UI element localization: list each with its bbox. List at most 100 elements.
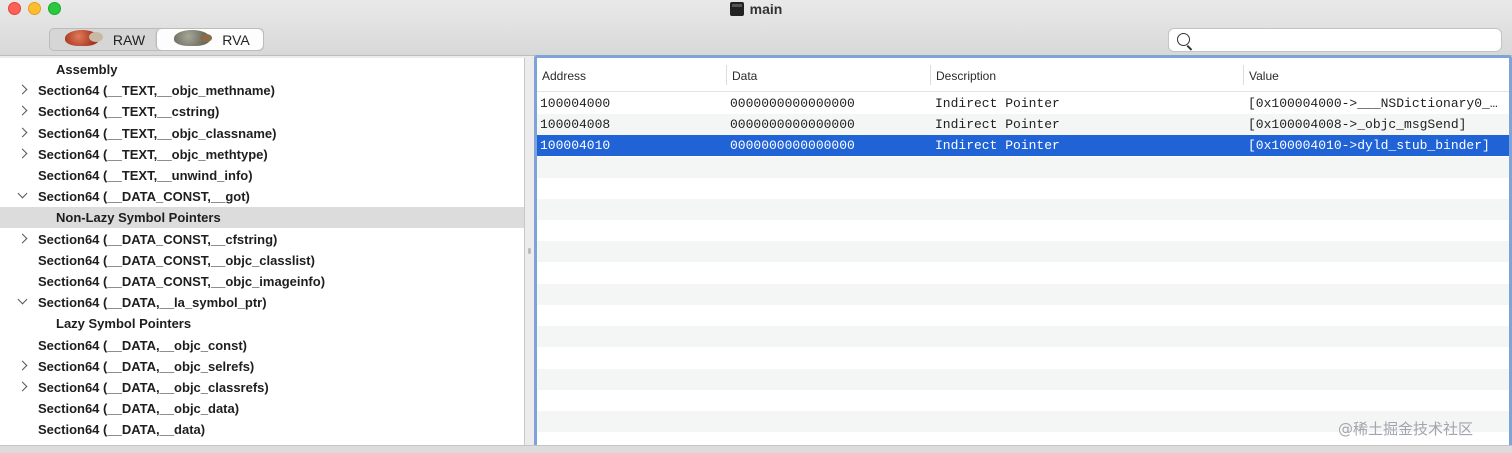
cell-value: [0x100004010->dyld_stub_binder] [1248,138,1490,154]
cell-description: Indirect Pointer [935,117,1060,133]
cell-address: 100004008 [540,117,611,133]
sidebar-tree-item-label: Non-Lazy Symbol Pointers [56,210,221,226]
sidebar-tree-item-label: Section64 (__DATA_CONST,__objc_classlist… [38,252,315,268]
section-tree-sidebar: Assembly Section64 (__TEXT,__objc_methnam… [0,58,524,445]
window-title-area: main [0,0,1512,18]
raw-mode-label: RAW [112,31,146,48]
search-icon [1177,33,1190,46]
sidebar-tree-item-label: Section64 (__DATA_CONST,__cfstring) [38,231,278,247]
cell-data: 0000000000000000 [730,117,855,133]
column-header-description[interactable]: Description [936,69,996,83]
column-header-address[interactable]: Address [542,69,586,83]
sidebar-tree-item-label: Section64 (__TEXT,__unwind_info) [38,168,253,183]
sidebar-tree-item[interactable]: Section64 (__DATA_CONST,__objc_imageinfo… [0,271,524,292]
sidebar-tree-item[interactable]: Section64 (__DATA_CONST,__got) [0,186,524,207]
sidebar-tree-item-label: Section64 (__TEXT,__cstring) [38,104,220,120]
cell-value: [0x100004008->_objc_msgSend] [1248,117,1467,133]
sidebar-tree-item-label: Section64 (__TEXT,__objc_methname) [38,83,275,99]
app-window: main RAW RVA Assembly Section64 (__TEXT,_… [0,0,1512,453]
raw-animal-icon [61,29,105,47]
sidebar-tree-item-label: Assembly [56,62,118,77]
sidebar-tree-item[interactable]: Assembly [0,59,524,80]
sidebar-tree-item[interactable]: Section64 (__TEXT,__objc_methname) [0,80,524,101]
sidebar-tree-item-label: Section64 (__DATA,__la_symbol_ptr) [38,295,267,311]
table-row[interactable]: 100004000 0000000000000000 Indirect Pointe… [537,93,1509,114]
chevron-right-icon[interactable] [18,361,28,371]
cell-value: [0x100004000->___NSDictionary0_… [1248,96,1498,111]
sidebar-tree-item[interactable]: Section64 (__TEXT,__cstring) [0,101,524,122]
window-bottom-bar [0,445,1512,453]
sidebar-tree-item-label: Section64 (__DATA,__objc_classrefs) [38,380,269,395]
column-separator[interactable] [1243,65,1244,85]
sidebar-tree-item-label: Section64 (__DATA,__data) [38,422,206,438]
sidebar-tree-item[interactable]: Section64 (__DATA,__data) [0,419,524,440]
sidebar-tree-item-label: Lazy Symbol Pointers [56,316,192,332]
watermark-text: @稀土掘金技术社区 [1338,420,1474,438]
search-input[interactable] [1197,31,1495,49]
column-separator[interactable] [930,65,931,85]
column-header-value[interactable]: Value [1249,69,1279,83]
chevron-right-icon[interactable] [18,128,28,138]
cell-address: 100004000 [540,96,611,111]
sidebar-tree-item-label: Section64 (__DATA_CONST,__got) [38,189,250,205]
sidebar-tree-item-label: Section64 (__DATA,__objc_selrefs) [38,358,255,374]
cell-data: 0000000000000000 [730,138,855,154]
chevron-right-icon[interactable] [18,85,28,95]
chevron-right-icon[interactable] [18,234,28,244]
empty-table-row [537,263,1509,284]
address-mode-segmented-control: RAW RVA [49,28,264,51]
rva-animal-icon [170,29,214,47]
sidebar-tree-item-label: Section64 (__DATA,__objc_const) [38,337,248,353]
column-header-data[interactable]: Data [732,69,757,83]
sidebar-tree-item[interactable]: Section64 (__DATA_CONST,__objc_classlist… [0,250,524,271]
table-row[interactable]: 100004010 0000000000000000 Indirect Pointe… [537,135,1509,157]
table-header: Address Data Description Value [537,58,1509,92]
empty-table-row [537,283,1509,305]
chevron-right-icon[interactable] [18,382,28,392]
sidebar-tree-item[interactable]: Non-Lazy Symbol Pointers [0,207,524,229]
empty-table-row [537,156,1509,178]
empty-table-row [537,368,1509,390]
raw-mode-button[interactable]: RAW [50,29,156,50]
empty-table-row [537,305,1509,326]
sidebar-tree-item[interactable]: Section64 (__TEXT,__objc_classname) [0,123,524,144]
sidebar-tree-item-label: Section64 (__TEXT,__objc_methtype) [38,146,268,162]
cell-description: Indirect Pointer [935,138,1060,154]
title-bar: main RAW RVA [0,0,1512,56]
sidebar-tree-item[interactable]: Section64 (__DATA,__la_symbol_ptr) [0,292,524,313]
sidebar-tree-item[interactable]: Section64 (__DATA,__objc_data) [0,398,524,419]
sidebar-tree-item[interactable]: Section64 (__DATA,__objc_const) [0,335,524,356]
empty-table-row [537,199,1509,220]
data-table[interactable]: Address Data Description Value 100004000… [534,55,1512,448]
chevron-down-icon[interactable] [18,191,28,201]
cell-data: 0000000000000000 [730,96,855,111]
sidebar-tree-item-label: Section64 (__TEXT,__objc_classname) [38,125,277,141]
empty-table-row [537,347,1509,368]
rva-mode-button[interactable]: RVA [156,29,263,50]
cell-address: 100004010 [540,138,611,154]
sidebar-tree-item-label: Section64 (__DATA_CONST,__objc_imageinfo… [38,274,326,289]
sidebar-tree-item[interactable]: Lazy Symbol Pointers [0,313,524,334]
search-field[interactable] [1168,28,1502,52]
empty-table-row [537,390,1509,411]
sidebar-tree-item[interactable]: Section64 (__TEXT,__objc_methtype) [0,144,524,165]
chevron-right-icon[interactable] [18,149,28,159]
column-separator[interactable] [726,65,727,85]
sidebar-tree-item-label: Section64 (__DATA,__objc_data) [38,401,240,417]
sidebar-tree-item[interactable]: Section64 (__DATA_CONST,__cfstring) [0,229,524,250]
cell-description: Indirect Pointer [935,96,1060,111]
terminal-document-icon [729,2,744,16]
sidebar-tree-item[interactable]: Section64 (__DATA,__objc_classrefs) [0,377,524,398]
empty-table-row [537,178,1509,199]
window-title: main [749,1,783,17]
chevron-right-icon[interactable] [18,106,28,116]
empty-table-row [537,220,1509,241]
empty-table-row [537,241,1509,263]
split-view-divider[interactable] [524,58,534,445]
empty-table-row [537,326,1509,348]
sidebar-tree-item[interactable]: Section64 (__DATA,__objc_selrefs) [0,356,524,377]
chevron-down-icon[interactable] [18,297,28,307]
rva-mode-label: RVA [222,31,250,48]
table-row[interactable]: 100004008 0000000000000000 Indirect Pointe… [537,114,1509,136]
sidebar-tree-item[interactable]: Section64 (__TEXT,__unwind_info) [0,165,524,186]
